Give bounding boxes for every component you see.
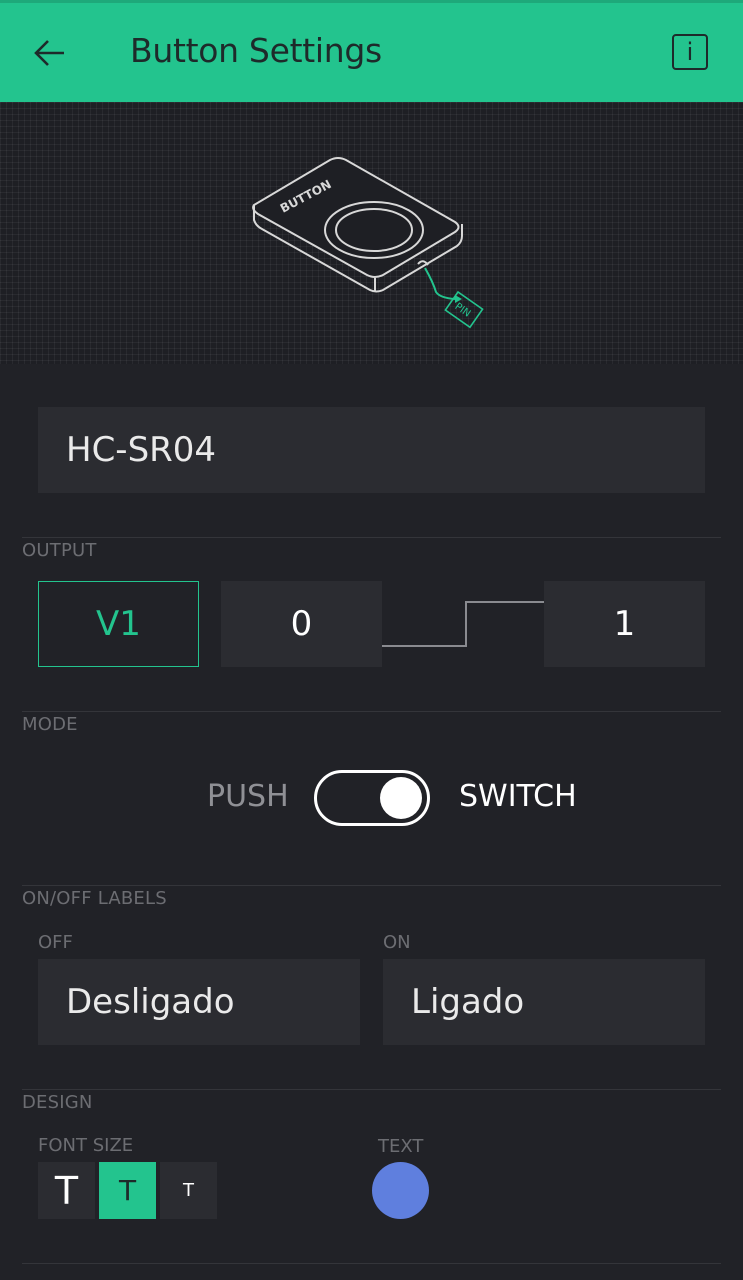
font-size-small-button[interactable]: T	[160, 1162, 217, 1219]
high-value-input[interactable]: 1	[544, 581, 705, 667]
on-label-value: Ligado	[411, 982, 525, 1022]
pin-value: V1	[96, 604, 141, 644]
widget-name-input[interactable]: HC-SR04	[38, 407, 705, 493]
onoff-labels-section-label: ON/OFF LABELS	[22, 888, 167, 909]
output-section-label: OUTPUT	[22, 540, 97, 561]
back-button[interactable]	[30, 35, 70, 75]
widget-name-value: HC-SR04	[66, 430, 217, 470]
divider	[22, 537, 721, 538]
on-label: ON	[383, 932, 411, 953]
font-size-medium-button[interactable]: T	[99, 1162, 156, 1219]
font-size-large-button[interactable]: T	[38, 1162, 95, 1219]
mode-section-label: MODE	[22, 714, 78, 735]
button-device-illustration: BUTTON PIN	[252, 157, 484, 329]
info-icon: i	[686, 38, 694, 66]
high-value: 1	[613, 604, 636, 644]
page-title: Button Settings	[130, 31, 382, 70]
toggle-knob	[380, 777, 422, 819]
arrow-left-icon	[34, 40, 64, 66]
divider	[22, 885, 721, 886]
low-value: 0	[290, 604, 313, 644]
font-size-label: FONT SIZE	[38, 1135, 134, 1156]
low-value-input[interactable]: 0	[221, 581, 382, 667]
off-label-value: Desligado	[66, 982, 235, 1022]
font-size-large-glyph: T	[54, 1168, 79, 1213]
divider	[22, 1089, 721, 1090]
font-size-small-glyph: T	[183, 1180, 194, 1201]
top-app-bar: Button Settings i	[0, 0, 743, 102]
on-label-input[interactable]: Ligado	[383, 959, 705, 1045]
divider	[22, 711, 721, 712]
push-mode-label[interactable]: PUSH	[207, 779, 289, 814]
text-color-swatch[interactable]	[372, 1162, 429, 1219]
mode-toggle[interactable]	[314, 770, 430, 826]
text-color-label: TEXT	[378, 1136, 424, 1157]
widget-illustration: BUTTON PIN	[0, 102, 743, 364]
off-label: OFF	[38, 932, 73, 953]
divider	[22, 1263, 721, 1264]
step-signal-graphic	[382, 601, 544, 647]
info-button[interactable]: i	[672, 34, 708, 70]
pin-select[interactable]: V1	[38, 581, 199, 667]
font-size-medium-glyph: T	[118, 1174, 137, 1207]
off-label-input[interactable]: Desligado	[38, 959, 360, 1045]
switch-mode-label[interactable]: SWITCH	[459, 779, 577, 814]
design-section-label: DESIGN	[22, 1092, 93, 1113]
